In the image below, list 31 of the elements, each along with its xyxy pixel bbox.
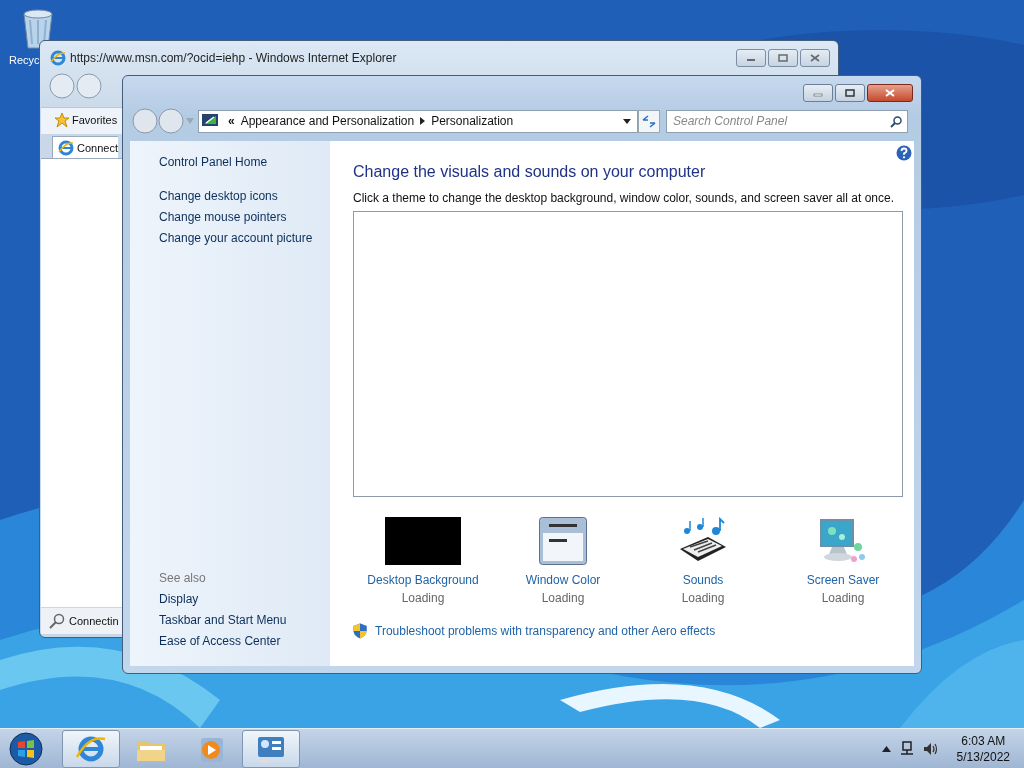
- desktop-icon-label[interactable]: Recyc: [9, 54, 40, 66]
- breadcrumb-item[interactable]: Appearance and Personalization: [240, 114, 415, 128]
- search-field[interactable]: Search Control Panel: [666, 109, 908, 133]
- address-bar[interactable]: « Appearance and Personalization Personalization: [198, 109, 638, 133]
- sidebar-link[interactable]: Change mouse pointers: [159, 210, 287, 224]
- breadcrumb-overflow[interactable]: «: [228, 114, 235, 128]
- browser-tab[interactable]: Connect: [52, 136, 118, 158]
- sidebar-link[interactable]: Change desktop icons: [159, 189, 278, 203]
- section-heading: See also: [159, 571, 206, 585]
- clock-time[interactable]: 6:03 AM: [961, 732, 1006, 749]
- sidebar-link[interactable]: Display: [159, 592, 199, 606]
- sidebar-link[interactable]: Ease of Access Center: [159, 634, 281, 648]
- setting-link[interactable]: Desktop Background: [367, 573, 479, 587]
- status-text: Connectin: [69, 615, 119, 627]
- sidebar-link[interactable]: Control Panel Home: [159, 155, 268, 169]
- clock-date[interactable]: 5/13/2022: [956, 748, 1010, 765]
- setting-link[interactable]: Window Color: [525, 573, 601, 587]
- window-title: https://www.msn.com/?ocid=iehp - Windows Internet Explorer: [70, 51, 397, 65]
- breadcrumb-item[interactable]: Personalization: [431, 114, 514, 128]
- status-text: Loading: [681, 591, 725, 605]
- description-text: Click a theme to change the desktop background, window color, sounds, and screen saver all at once.: [353, 191, 895, 205]
- sidebar-link[interactable]: Change your account picture: [159, 231, 313, 245]
- status-text: Loading: [401, 591, 445, 605]
- status-text: Loading: [821, 591, 865, 605]
- setting-link[interactable]: Sounds: [682, 573, 724, 587]
- troubleshoot-link[interactable]: Troubleshoot problems with transparency and other Aero effects: [375, 624, 716, 638]
- sidebar-link[interactable]: Taskbar and Start Menu: [159, 613, 287, 627]
- favorites-button[interactable]: Favorites: [54, 112, 118, 128]
- setting-link[interactable]: Screen Saver: [806, 573, 880, 587]
- page-heading: Change the visuals and sounds on your computer: [353, 163, 707, 181]
- status-text: Loading: [541, 591, 585, 605]
